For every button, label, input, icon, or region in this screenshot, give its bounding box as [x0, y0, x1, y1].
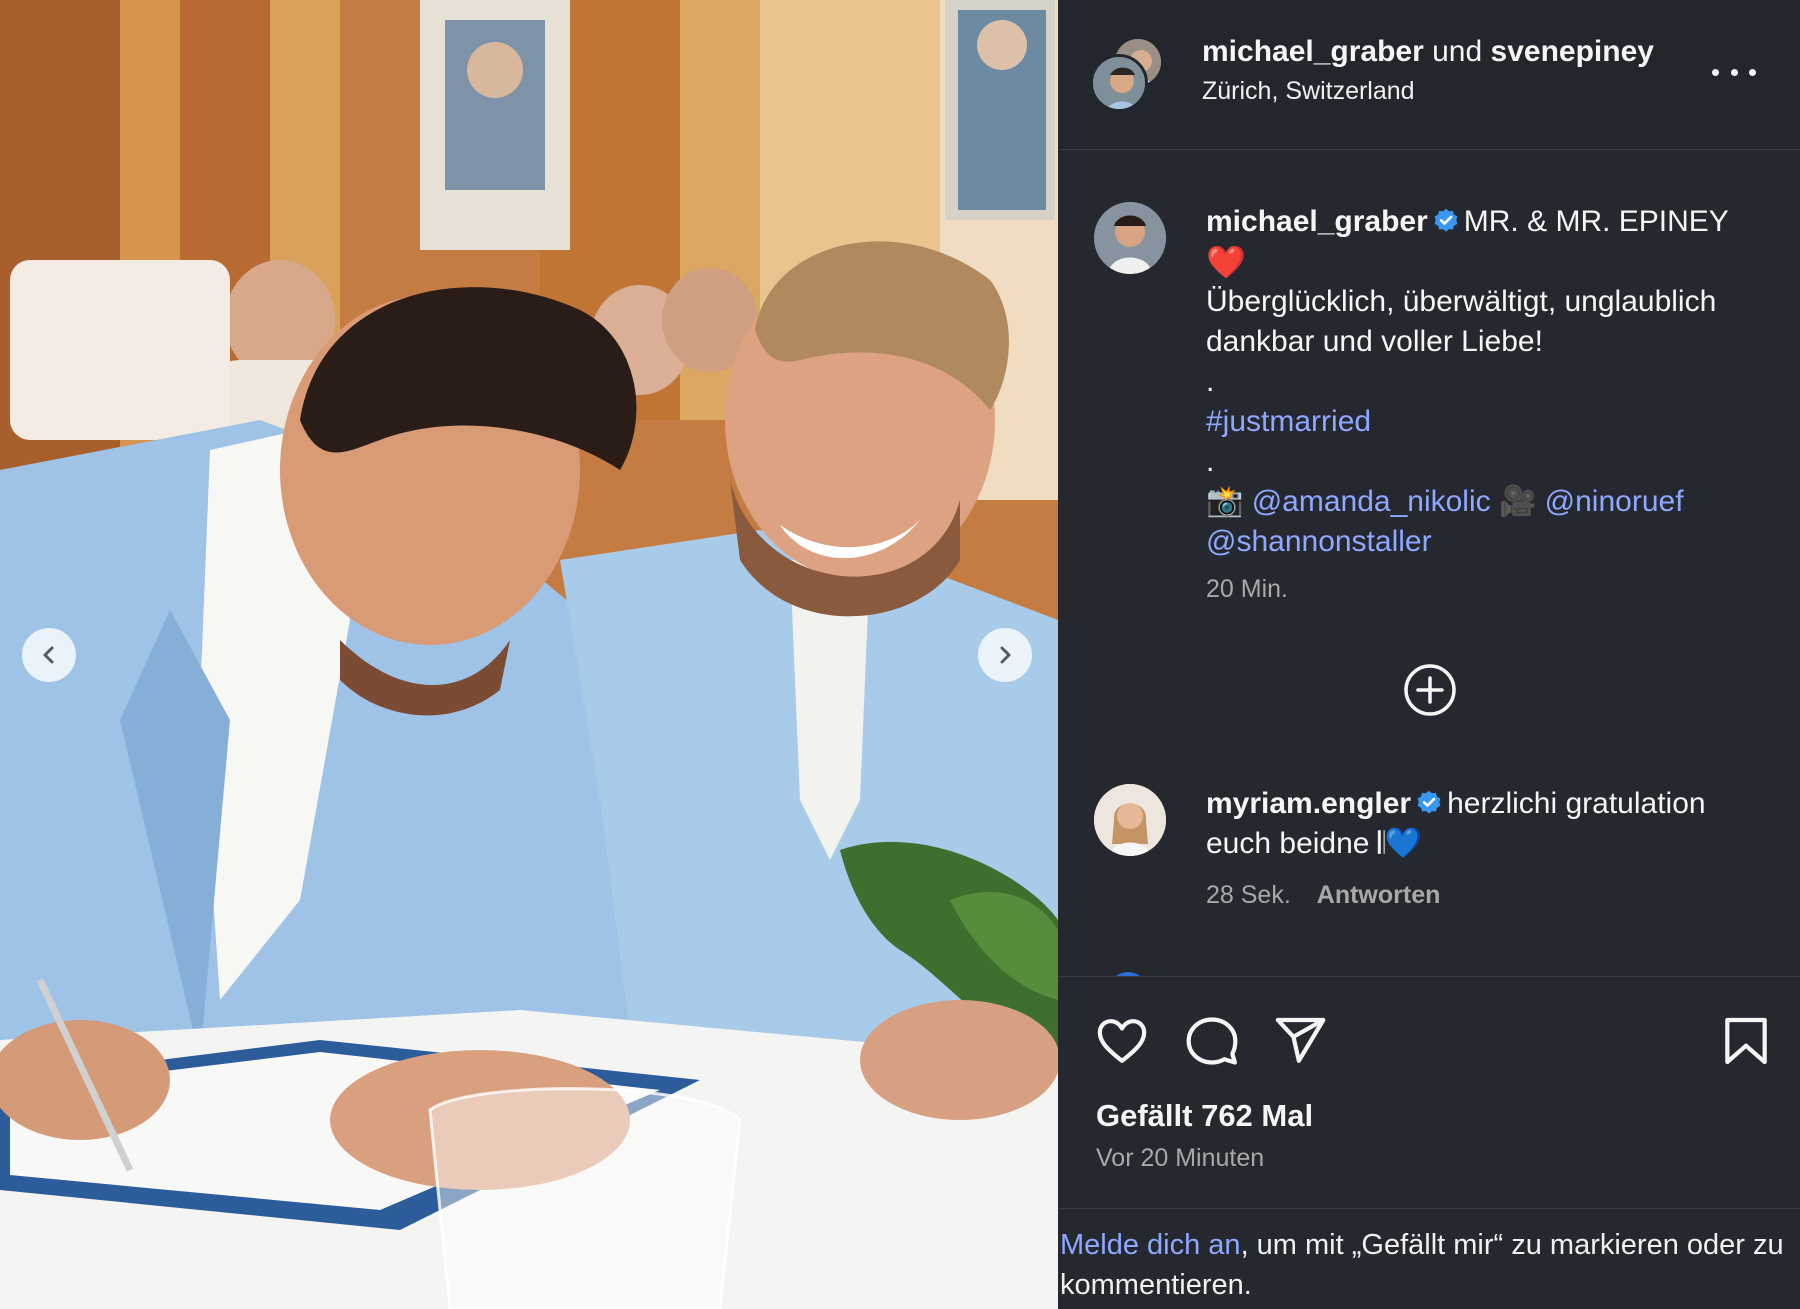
- verified-badge-icon: [1434, 208, 1458, 232]
- instagram-post-view: michael_graber und svenepiney Zürich, Sw…: [0, 0, 1800, 1309]
- more-horizontal-icon: [1712, 68, 1719, 76]
- comment-item: myriam.engler herzlichi gratulation euch …: [1206, 784, 1776, 912]
- save-button[interactable]: [1718, 1013, 1774, 1069]
- author-joiner: und: [1423, 35, 1491, 68]
- login-link[interactable]: Melde dich an: [1060, 1229, 1241, 1261]
- send-icon: [1275, 1017, 1326, 1063]
- post-header: michael_graber und svenepiney Zürich, Sw…: [1058, 0, 1800, 150]
- comment-username-link[interactable]: myriam.engler: [1206, 787, 1411, 820]
- post-caption: michael_graber MR. & MR. EPINEY ❤️ Übergl…: [1206, 202, 1776, 606]
- chevron-left-icon: [43, 646, 54, 664]
- location-link[interactable]: Zürich, Switzerland: [1202, 74, 1654, 108]
- avatar[interactable]: [1094, 202, 1166, 274]
- more-options-button[interactable]: [1712, 52, 1756, 92]
- avatar[interactable]: [1094, 784, 1166, 856]
- mention-link[interactable]: @ninoruef: [1545, 485, 1684, 518]
- red-heart-emoji: ❤️: [1206, 244, 1246, 280]
- author-avatars[interactable]: [1090, 36, 1170, 112]
- previous-photo-button[interactable]: [22, 628, 76, 682]
- caption-title: MR. & MR. EPINEY: [1463, 205, 1729, 238]
- mention-link[interactable]: @shannonstaller: [1206, 525, 1432, 558]
- bookmark-icon: [1725, 1017, 1767, 1065]
- comment-button[interactable]: [1184, 1013, 1240, 1069]
- like-button[interactable]: [1094, 1013, 1150, 1069]
- comment-emoji: 𝄃💙: [1377, 827, 1422, 860]
- next-photo-button[interactable]: [978, 628, 1032, 682]
- post-time-link[interactable]: Vor 20 Minuten: [1096, 1144, 1264, 1173]
- comment-meta: 28 Sek. Antworten: [1206, 878, 1776, 912]
- caption-username-link[interactable]: michael_graber: [1206, 205, 1428, 238]
- more-horizontal-icon: [1730, 68, 1738, 76]
- caption-dot: .: [1206, 445, 1215, 478]
- wedding-photo[interactable]: [0, 0, 1058, 1309]
- verified-badge-icon: [1417, 790, 1441, 814]
- camera-emoji: 📸: [1206, 485, 1244, 518]
- coauthor-username-link[interactable]: svenepiney: [1491, 35, 1654, 68]
- likes-count-link[interactable]: Gefällt 762 Mal: [1096, 1098, 1313, 1134]
- plus-circle-icon: [1404, 664, 1456, 716]
- avatar[interactable]: [1090, 54, 1148, 112]
- video-camera-emoji: 🎥: [1498, 485, 1537, 518]
- post-header-text: michael_graber und svenepiney Zürich, Sw…: [1202, 34, 1654, 108]
- share-button[interactable]: [1272, 1013, 1328, 1069]
- post-actions-bar: [1058, 976, 1800, 1072]
- caption-text: Überglücklich, überwältigt, unglaublich …: [1206, 285, 1717, 358]
- caption-dot: .: [1206, 365, 1215, 398]
- hashtag-link[interactable]: #justmarried: [1206, 405, 1371, 438]
- mention-link[interactable]: @amanda_nikolic: [1252, 485, 1491, 518]
- author-line: michael_graber und svenepiney: [1202, 34, 1654, 70]
- caption-timestamp: 20 Min.: [1206, 575, 1288, 603]
- reply-button[interactable]: Antworten: [1317, 881, 1441, 909]
- chevron-right-icon: [1000, 646, 1011, 664]
- heart-icon: [1097, 1019, 1147, 1063]
- post-details-panel: michael_graber und svenepiney Zürich, Sw…: [1058, 0, 1800, 1309]
- credits-line: 📸 @amanda_nikolic 🎥 @ninoruef @shannonst…: [1206, 482, 1776, 562]
- caption-first-line: michael_graber MR. & MR. EPINEY: [1206, 202, 1776, 242]
- comment-icon: [1186, 1017, 1238, 1065]
- photo-illustration: [0, 0, 1058, 1309]
- post-comments-scroll[interactable]: michael_graber MR. & MR. EPINEY ❤️ Übergl…: [1058, 150, 1800, 976]
- comment-timestamp: 28 Sek.: [1206, 881, 1291, 909]
- login-prompt: Melde dich an, um mit „Gefällt mir“ zu m…: [1058, 1208, 1800, 1309]
- comment-text-block: myriam.engler herzlichi gratulation euch …: [1206, 784, 1776, 864]
- load-more-comments-button[interactable]: [1402, 662, 1458, 718]
- author-username-link[interactable]: michael_graber: [1202, 35, 1424, 68]
- more-horizontal-icon: [1749, 68, 1756, 76]
